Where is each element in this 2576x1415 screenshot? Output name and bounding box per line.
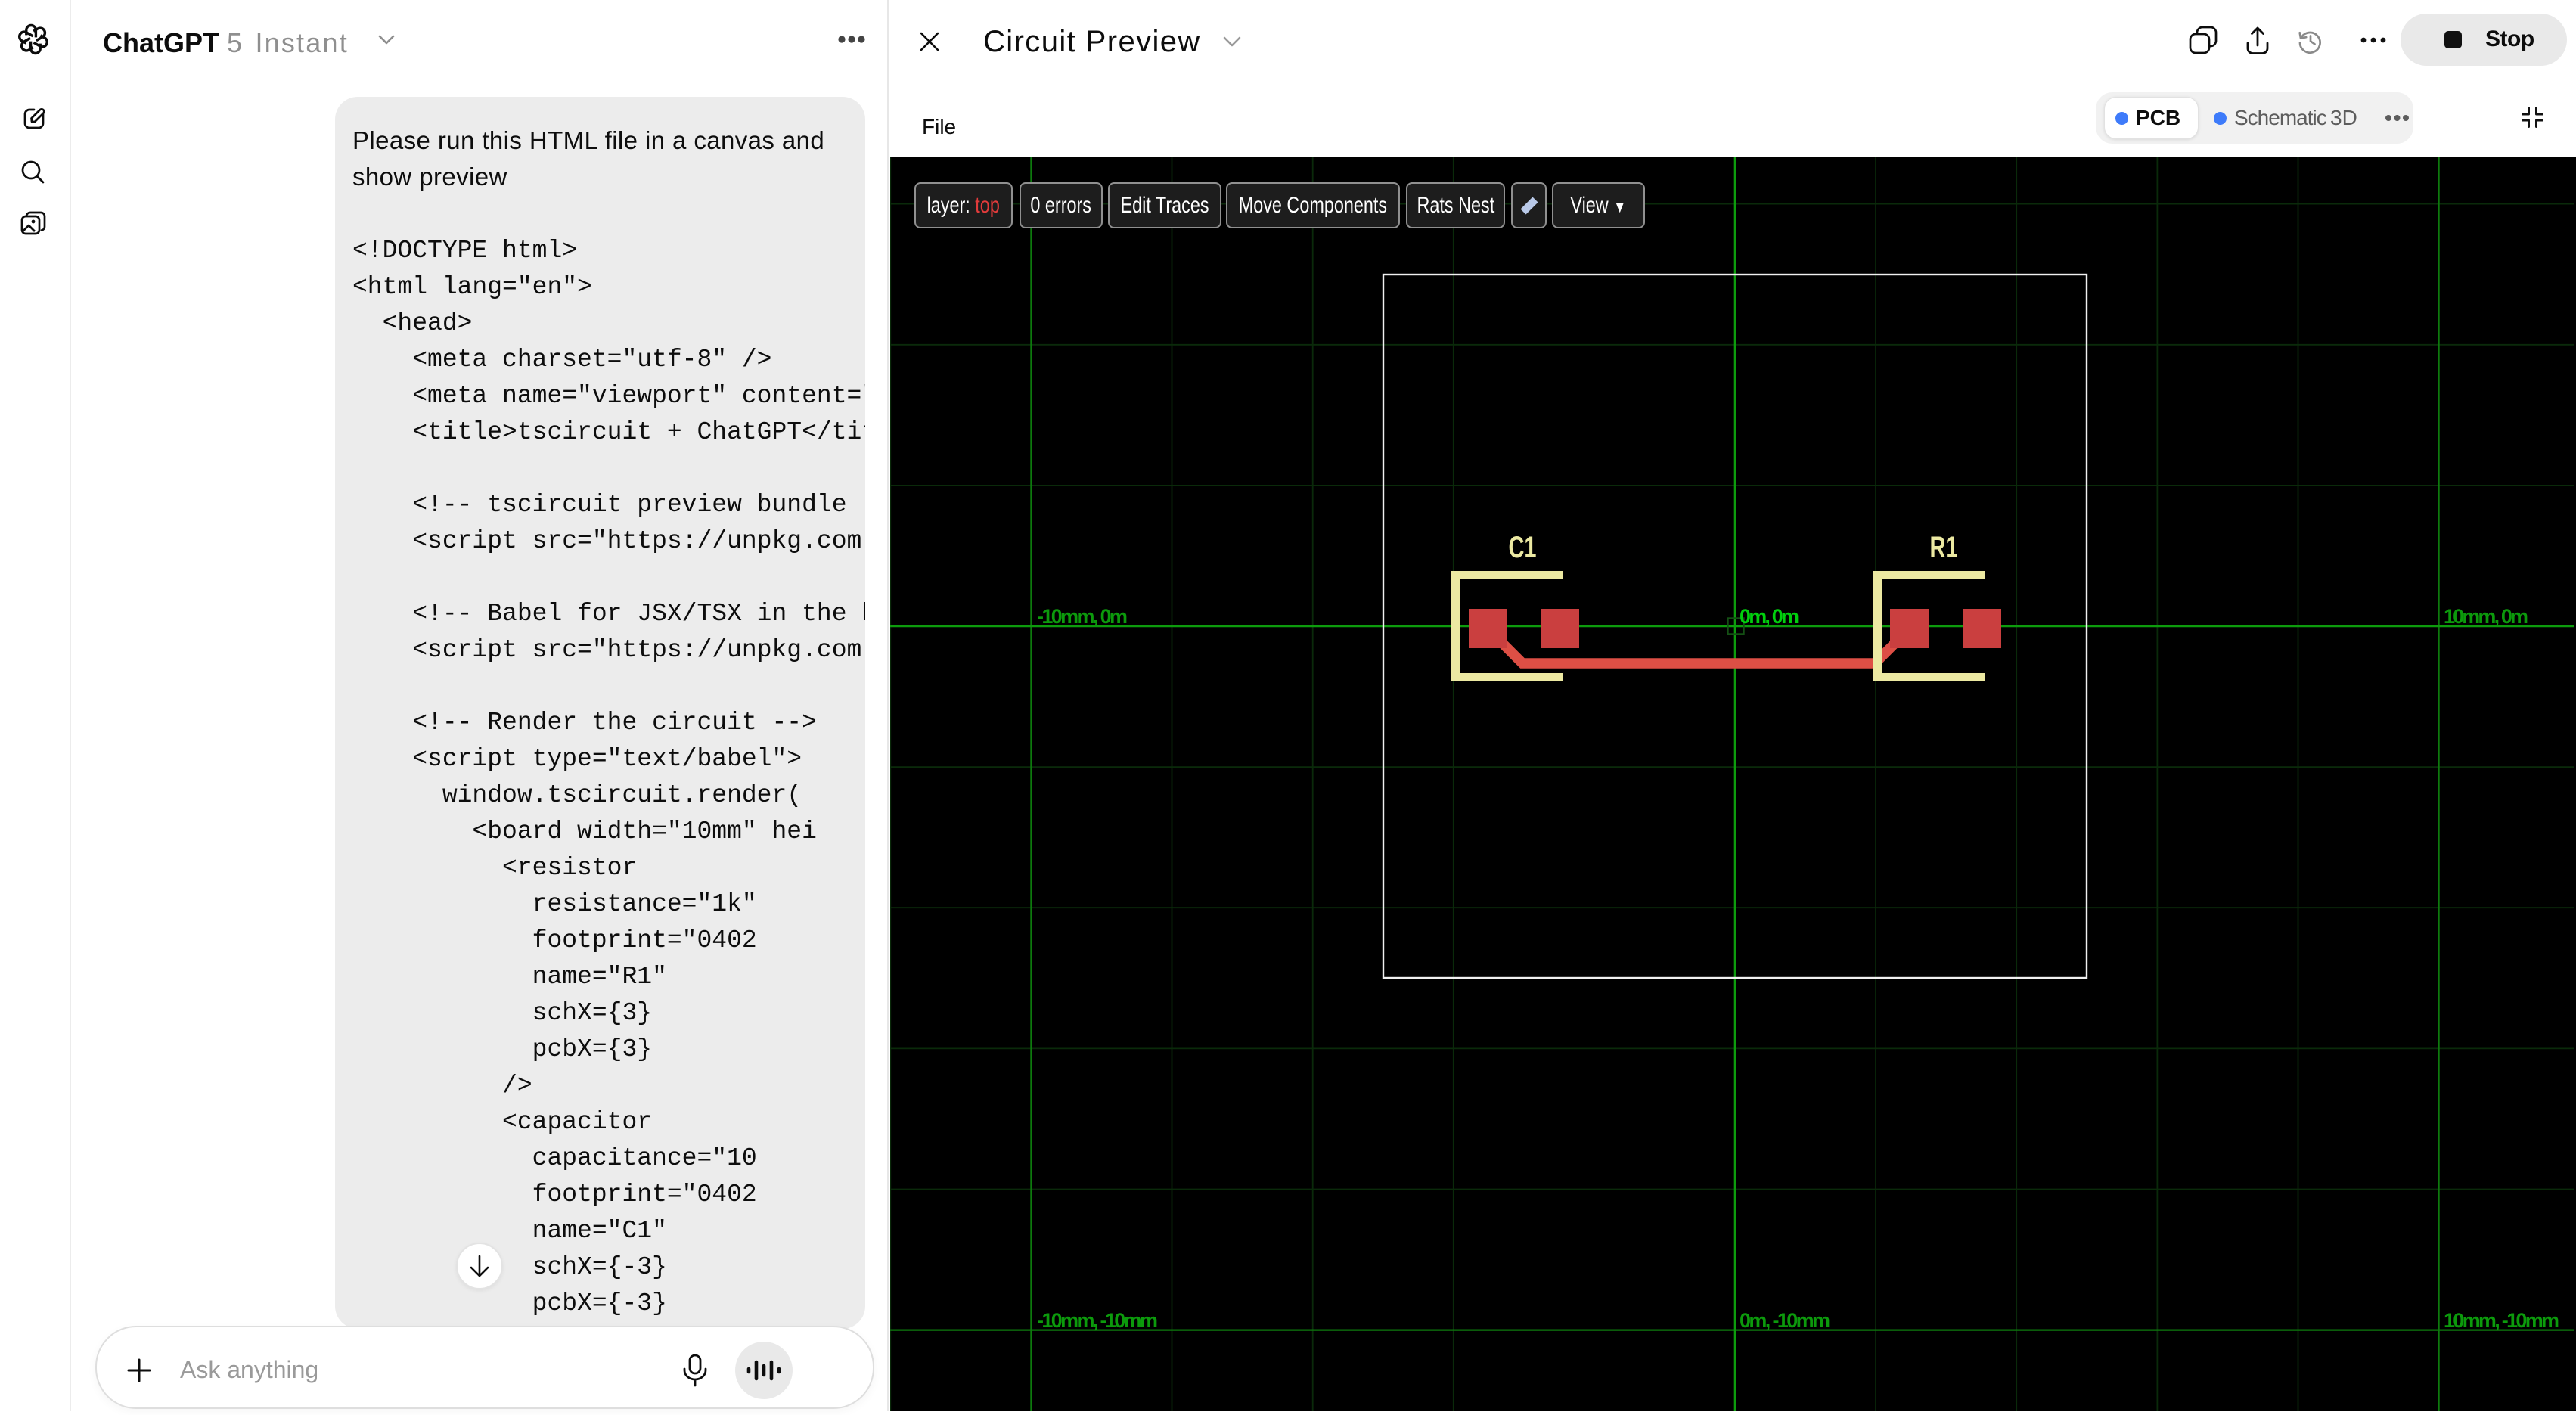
svg-text:R1: R1: [1930, 531, 1958, 564]
svg-text:C1: C1: [1509, 531, 1537, 564]
svg-text:0m, -10mm: 0m, -10mm: [1740, 1309, 1830, 1332]
svg-text:-10mm, -10mm: -10mm, -10mm: [1037, 1309, 1158, 1332]
svg-text:10mm, -10mm: 10mm, -10mm: [2444, 1309, 2559, 1332]
svg-text:0m, 0m: 0m, 0m: [1740, 605, 1799, 628]
svg-text:10mm, 0m: 10mm, 0m: [2444, 605, 2528, 628]
svg-text:-10mm, 0m: -10mm, 0m: [1037, 605, 1128, 628]
